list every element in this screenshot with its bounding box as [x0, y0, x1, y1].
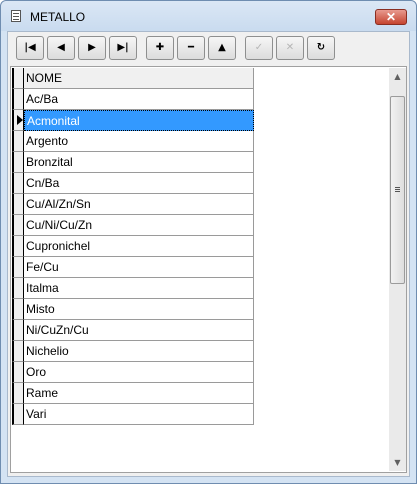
row-indicator[interactable]	[12, 89, 24, 110]
table-row[interactable]: Misto	[12, 299, 254, 320]
table-row[interactable]: Nichelio	[12, 341, 254, 362]
edit-record-button[interactable]: ▲	[208, 36, 236, 60]
cell-nome[interactable]: Cupronichel	[24, 236, 254, 257]
row-indicator[interactable]	[12, 194, 24, 215]
cell-nome[interactable]: Ac/Ba	[24, 89, 254, 110]
delete-record-button[interactable]: ━	[177, 36, 205, 60]
cell-nome[interactable]: Argento	[24, 131, 254, 152]
column-header-nome[interactable]: NOME	[24, 68, 254, 89]
cell-nome[interactable]: Cu/Al/Zn/Sn	[24, 194, 254, 215]
row-indicator[interactable]	[12, 383, 24, 404]
window-client-area: |◀ ◀ ▶ ▶| ✚ ━ ▲ ✓ ✕ ↻ NOME Ac/Ba Acmonital Argento B…	[7, 31, 410, 477]
row-indicator[interactable]	[12, 404, 24, 425]
table-row[interactable]: Cu/Al/Zn/Sn	[12, 194, 254, 215]
title-bar[interactable]: METALLO ✕	[1, 1, 416, 31]
data-grid[interactable]: NOME Ac/Ba Acmonital Argento Bronzital Cn/Ba…	[10, 66, 407, 473]
row-indicator[interactable]	[12, 257, 24, 278]
cancel-record-button[interactable]: ✕	[276, 36, 304, 60]
grip-icon	[395, 187, 400, 188]
cell-nome[interactable]: Cn/Ba	[24, 173, 254, 194]
close-button[interactable]: ✕	[375, 9, 407, 25]
window-title: METALLO	[30, 10, 86, 24]
table-row[interactable]: Italma	[12, 278, 254, 299]
cell-nome[interactable]: Rame	[24, 383, 254, 404]
row-indicator[interactable]	[12, 110, 24, 131]
prev-record-button[interactable]: ◀	[47, 36, 75, 60]
table-row[interactable]: Bronzital	[12, 152, 254, 173]
table-row[interactable]: Cupronichel	[12, 236, 254, 257]
table-row[interactable]: Vari	[12, 404, 254, 425]
table-row[interactable]: Ni/CuZn/Cu	[12, 320, 254, 341]
cell-nome[interactable]: Acmonital	[24, 110, 254, 131]
cell-nome[interactable]: Ni/CuZn/Cu	[24, 320, 254, 341]
row-indicator[interactable]	[12, 299, 24, 320]
current-row-arrow-icon	[17, 115, 23, 125]
row-indicator[interactable]	[12, 152, 24, 173]
table-row[interactable]: Acmonital	[12, 110, 254, 131]
grid-rows: NOME Ac/Ba Acmonital Argento Bronzital Cn/Ba…	[12, 68, 254, 425]
first-record-button[interactable]: |◀	[16, 36, 44, 60]
row-indicator[interactable]	[12, 131, 24, 152]
cell-nome[interactable]: Nichelio	[24, 341, 254, 362]
grid-header-row: NOME	[12, 68, 254, 89]
row-indicator[interactable]	[12, 278, 24, 299]
cell-nome[interactable]: Vari	[24, 404, 254, 425]
cell-nome[interactable]: Italma	[24, 278, 254, 299]
table-row[interactable]: Cu/Ni/Cu/Zn	[12, 215, 254, 236]
cell-nome[interactable]: Bronzital	[24, 152, 254, 173]
next-record-button[interactable]: ▶	[78, 36, 106, 60]
table-row[interactable]: Rame	[12, 383, 254, 404]
refresh-button[interactable]: ↻	[307, 36, 335, 60]
cell-nome[interactable]: Fe/Cu	[24, 257, 254, 278]
row-indicator[interactable]	[12, 236, 24, 257]
insert-record-button[interactable]: ✚	[146, 36, 174, 60]
row-indicator[interactable]	[12, 362, 24, 383]
row-indicator	[12, 68, 24, 89]
table-row[interactable]: Oro	[12, 362, 254, 383]
scroll-up-arrow-icon[interactable]: ▲	[389, 68, 406, 85]
row-indicator[interactable]	[12, 215, 24, 236]
table-row[interactable]: Argento	[12, 131, 254, 152]
vertical-scrollbar[interactable]: ▲ ▼	[389, 68, 406, 471]
table-row[interactable]: Ac/Ba	[12, 89, 254, 110]
scrollbar-thumb[interactable]	[390, 96, 405, 284]
metallo-window: METALLO ✕ |◀ ◀ ▶ ▶| ✚ ━ ▲ ✓ ✕ ↻ NOME Ac/Ba Acmonit…	[0, 0, 417, 484]
document-icon	[11, 10, 21, 22]
row-indicator[interactable]	[12, 341, 24, 362]
scroll-down-arrow-icon[interactable]: ▼	[389, 454, 406, 471]
last-record-button[interactable]: ▶|	[109, 36, 137, 60]
table-row[interactable]: Cn/Ba	[12, 173, 254, 194]
row-indicator[interactable]	[12, 320, 24, 341]
row-indicator[interactable]	[12, 173, 24, 194]
table-row[interactable]: Fe/Cu	[12, 257, 254, 278]
post-record-button[interactable]: ✓	[245, 36, 273, 60]
cell-nome[interactable]: Misto	[24, 299, 254, 320]
cell-nome[interactable]: Oro	[24, 362, 254, 383]
cell-nome[interactable]: Cu/Ni/Cu/Zn	[24, 215, 254, 236]
